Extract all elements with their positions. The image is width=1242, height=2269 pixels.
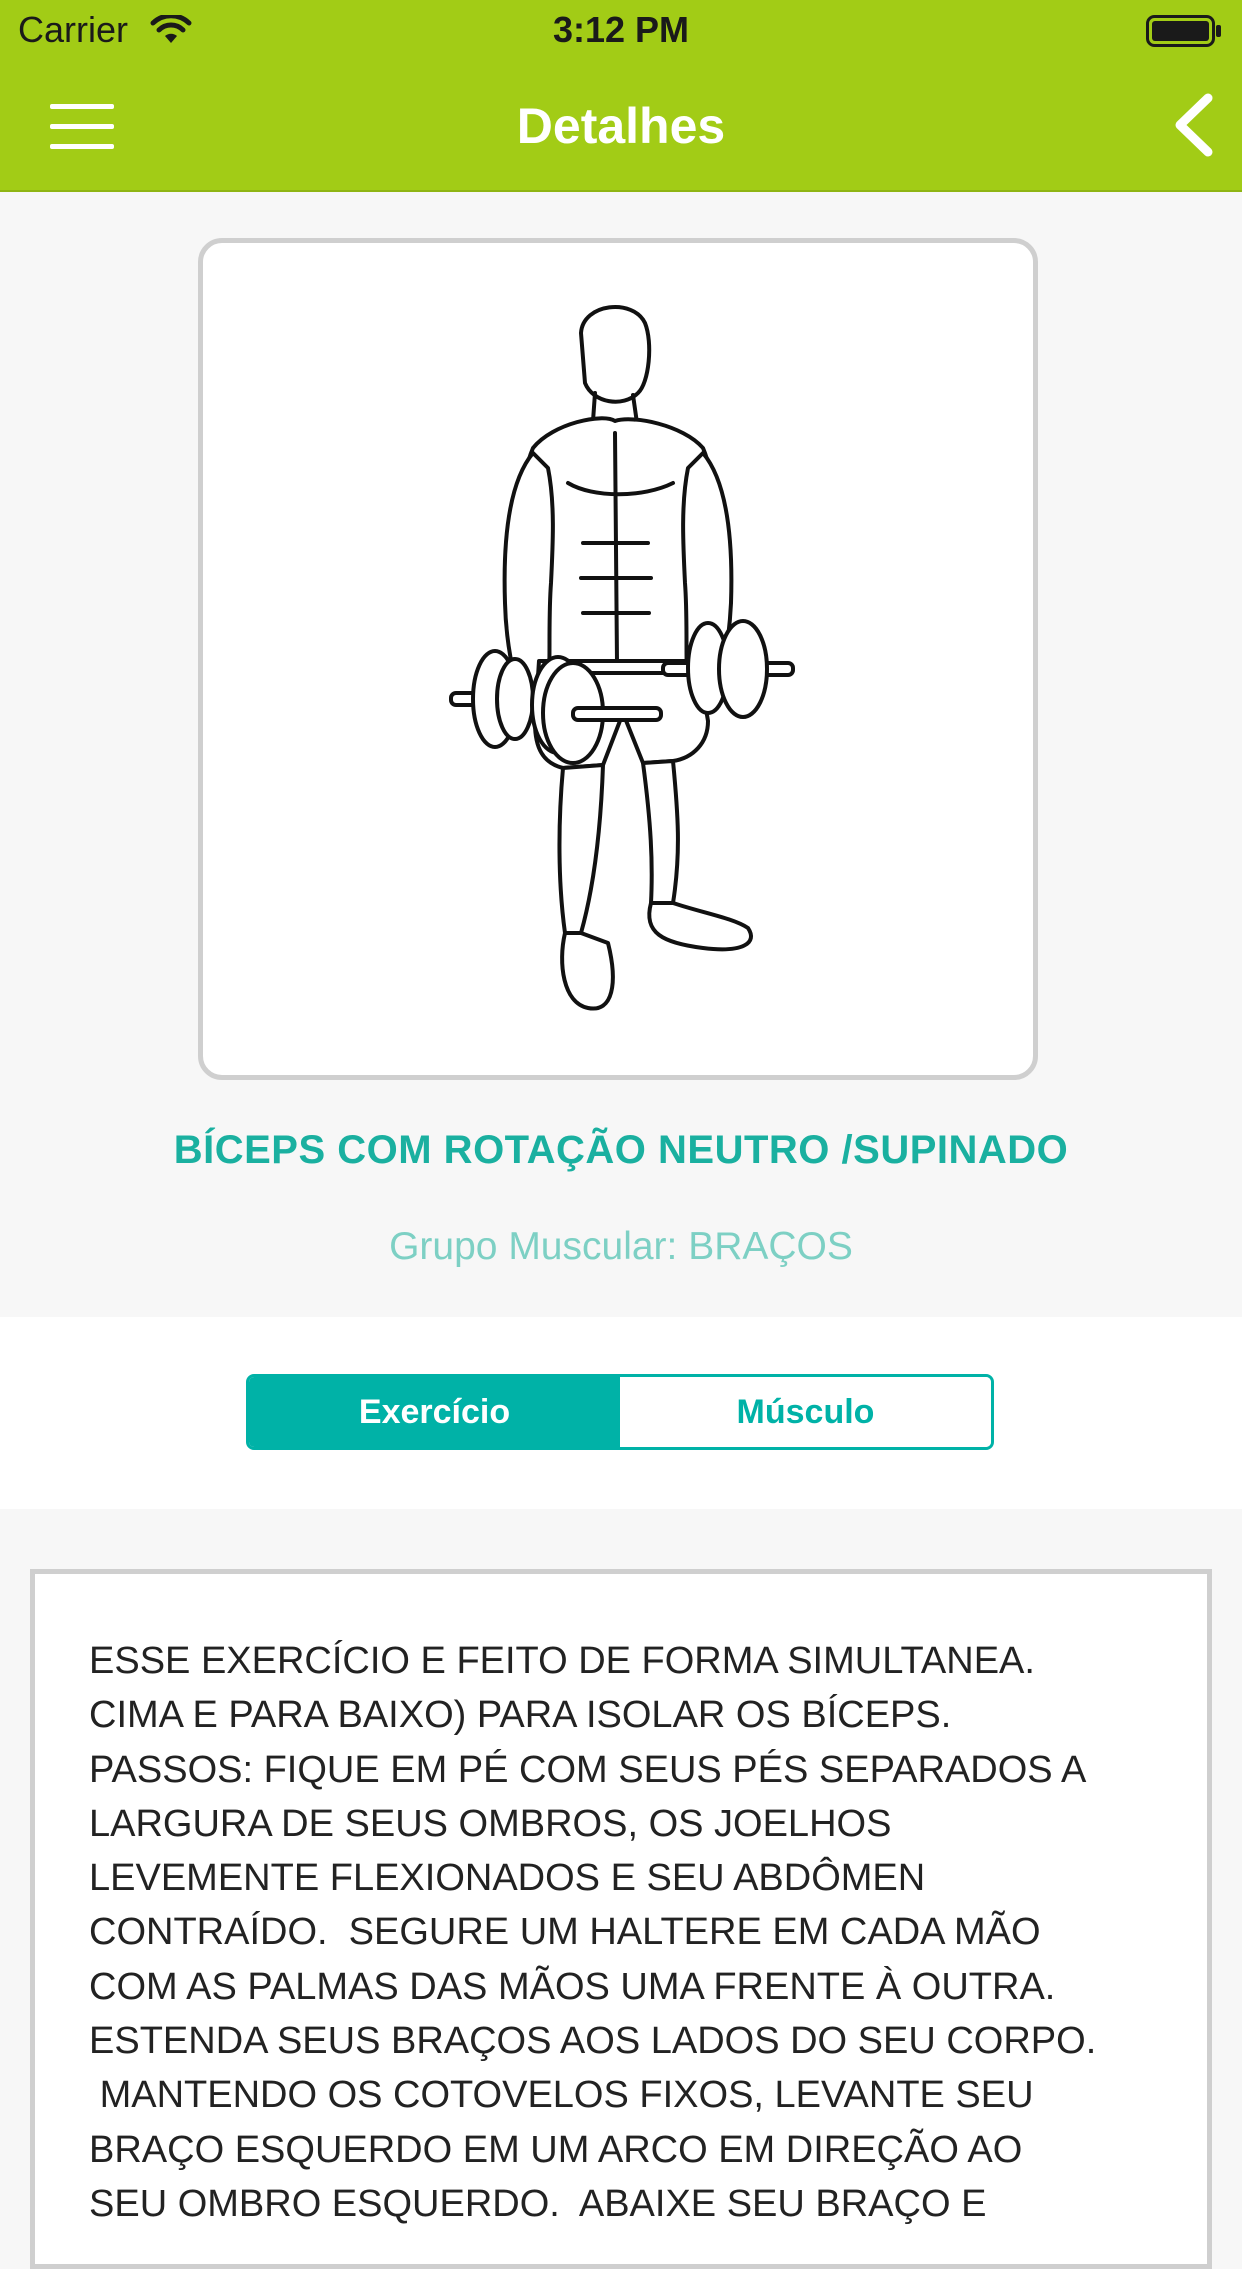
muscle-group-label: Grupo Muscular: BRAÇOS [389, 1225, 853, 1268]
tab-musculo[interactable]: Músculo [620, 1377, 991, 1447]
status-time: 3:12 PM [552, 9, 690, 50]
chevron-left-icon [1175, 93, 1213, 157]
tab-exercicio[interactable]: Exercício [249, 1377, 620, 1447]
exercise-title: BÍCEPS COM ROTAÇÃO NEUTRO /SUPINADO [173, 1128, 1069, 1172]
status-bar: Carrier 3:12 PM [0, 0, 1242, 62]
battery-icon [1146, 14, 1222, 56]
description-box: ESSE EXERCÍCIO E FEITO DE FORMA SIMULTAN… [30, 1569, 1212, 2269]
exercise-description: ESSE EXERCÍCIO E FEITO DE FORMA SIMULTAN… [89, 1640, 1097, 2225]
nav-header: Carrier 3:12 PM Detalhes [0, 0, 1242, 192]
page-title: Detalhes [516, 98, 726, 154]
back-button[interactable] [1168, 92, 1218, 158]
segmented-control: Exercício Músculo [246, 1374, 994, 1450]
exercise-illustration [449, 305, 795, 1011]
exercise-image [198, 238, 1038, 1080]
